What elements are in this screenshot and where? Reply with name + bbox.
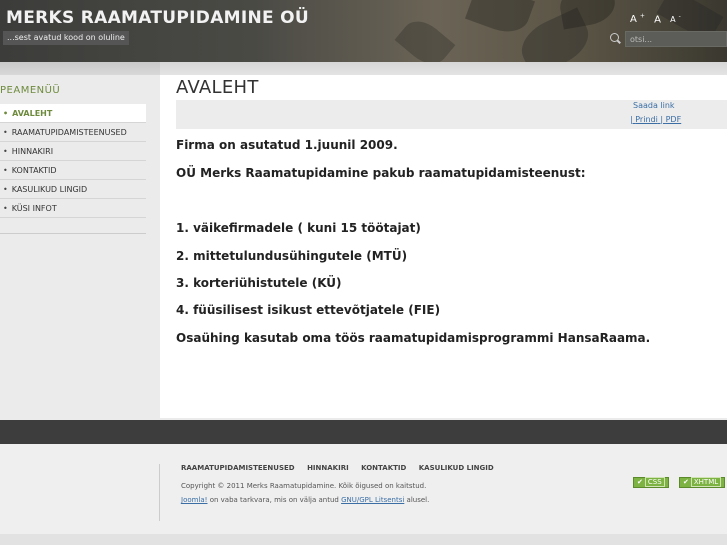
menu-item-kontaktid[interactable]: • KONTAKTID [0,161,146,180]
menu-divider [0,233,146,234]
bullet-icon: • [3,147,8,156]
menu-item-label: KONTAKTID [11,166,57,175]
paragraph: Osaühing kasutab oma töös raamatupidamis… [176,331,651,345]
checkmark-icon: ✔ [637,478,643,486]
header-decoration [464,0,536,40]
footer-divider [159,464,160,521]
menu-item-hinnakiri[interactable]: • HINNAKIRI [0,142,146,161]
header-decoration [394,13,456,62]
joomla-link[interactable]: Joomla! [181,496,208,504]
footer-link-kontaktid[interactable]: KONTAKTID [361,464,406,472]
font-increase-button[interactable]: A+ [630,13,648,25]
article-tools-bar: Saada link | Prindi | PDF [176,100,727,129]
pdf-link[interactable]: PDF [666,115,682,124]
menu-item-label: KASULIKUD LINGID [11,185,88,194]
main-content: AVALEHT Saada link | Prindi | PDF Firma … [160,75,727,418]
copyright-text: Copyright © 2011 Merks Raamatupidamine. … [181,482,427,490]
joomla-notice: Joomla! on vaba tarkvara, mis on välja a… [181,496,429,504]
search-icon [610,33,619,42]
bullet-icon: • [3,109,9,118]
footer-bar [0,420,727,444]
menu-item-label: HINNAKIRI [11,147,54,156]
page-title: AVALEHT [176,77,259,98]
paragraph: 2. mittetulundusühingutele (MTÜ) [176,249,408,263]
site-slogan: ...sest avatud kood on oluline [3,31,129,45]
footer-link-raamatupidamisteenused[interactable]: RAAMATUPIDAMISTEENUSED [181,464,295,472]
sidebar: PEAMENÜÜ • AVALEHT • RAAMATUPIDAMISTEENUSE… [0,75,160,418]
paragraph: 3. korteriühistutele (KÜ) [176,276,342,290]
menu-item-avaleht[interactable]: • AVALEHT [0,104,146,123]
footer: RAAMATUPIDAMISTEENUSED HINNAKIRI KONTAKT… [0,444,727,534]
site-title[interactable]: MERKS RAAMATUPIDAMINE OÜ [6,8,309,28]
top-divider-bar [0,62,727,75]
paragraph: 4. füüsilisest isikust ettevõtjatele (FI… [176,303,441,317]
joomla-notice-end: alusel. [404,496,430,504]
menu-item-label: RAAMATUPIDAMISTEENUSED [11,128,127,137]
badge-label: CSS [644,477,665,487]
badge-label: XHTML [690,477,722,487]
main-menu-title: PEAMENÜÜ [0,85,61,96]
search-input[interactable] [625,31,727,47]
css-valid-badge[interactable]: ✔ CSS [633,477,669,488]
paragraph: 1. väikefirmadele ( kuni 15 töötajat) [176,221,421,235]
bottom-strip [0,534,727,545]
bullet-icon: • [3,166,8,175]
font-reset-button[interactable]: A [654,14,664,25]
header-decoration [556,0,619,30]
paragraph: Firma on asutatud 1.juunil 2009. [176,138,398,152]
bullet-icon: • [3,185,8,194]
footer-nav: RAAMATUPIDAMISTEENUSED HINNAKIRI KONTAKT… [181,464,504,472]
license-link[interactable]: GNU/GPL Litsentsi [341,496,404,504]
checkmark-icon: ✔ [683,478,689,486]
email-link[interactable]: Saada link [633,101,675,110]
footer-link-kasulikud-lingid[interactable]: KASULIKUD LINGID [419,464,494,472]
menu-item-kusi-infot[interactable]: • KÜSI INFOT [0,199,146,218]
font-decrease-button[interactable]: A- [670,14,684,25]
menu-item-kasulikud-lingid[interactable]: • KASULIKUD LINGID [0,180,146,199]
menu-item-label: AVALEHT [12,109,53,118]
print-pdf-links: | Prindi | PDF [630,115,682,124]
paragraph: OÜ Merks Raamatupidamine pakub raamatupi… [176,166,586,180]
font-size-tools: A+ A A- [630,13,684,25]
print-link[interactable]: Prindi [635,115,658,124]
main-menu: • AVALEHT • RAAMATUPIDAMISTEENUSED • HINNAK… [0,104,146,218]
footer-link-hinnakiri[interactable]: HINNAKIRI [307,464,349,472]
menu-item-raamatupidamisteenused[interactable]: • RAAMATUPIDAMISTEENUSED [0,123,146,142]
site-header: MERKS RAAMATUPIDAMINE OÜ ...sest avatud … [0,0,727,62]
xhtml-valid-badge[interactable]: ✔ XHTML [679,477,726,488]
joomla-notice-text: on vaba tarkvara, mis on välja antud [207,496,342,504]
menu-item-label: KÜSI INFOT [11,204,57,213]
bullet-icon: • [3,204,8,213]
bullet-icon: • [3,128,8,137]
